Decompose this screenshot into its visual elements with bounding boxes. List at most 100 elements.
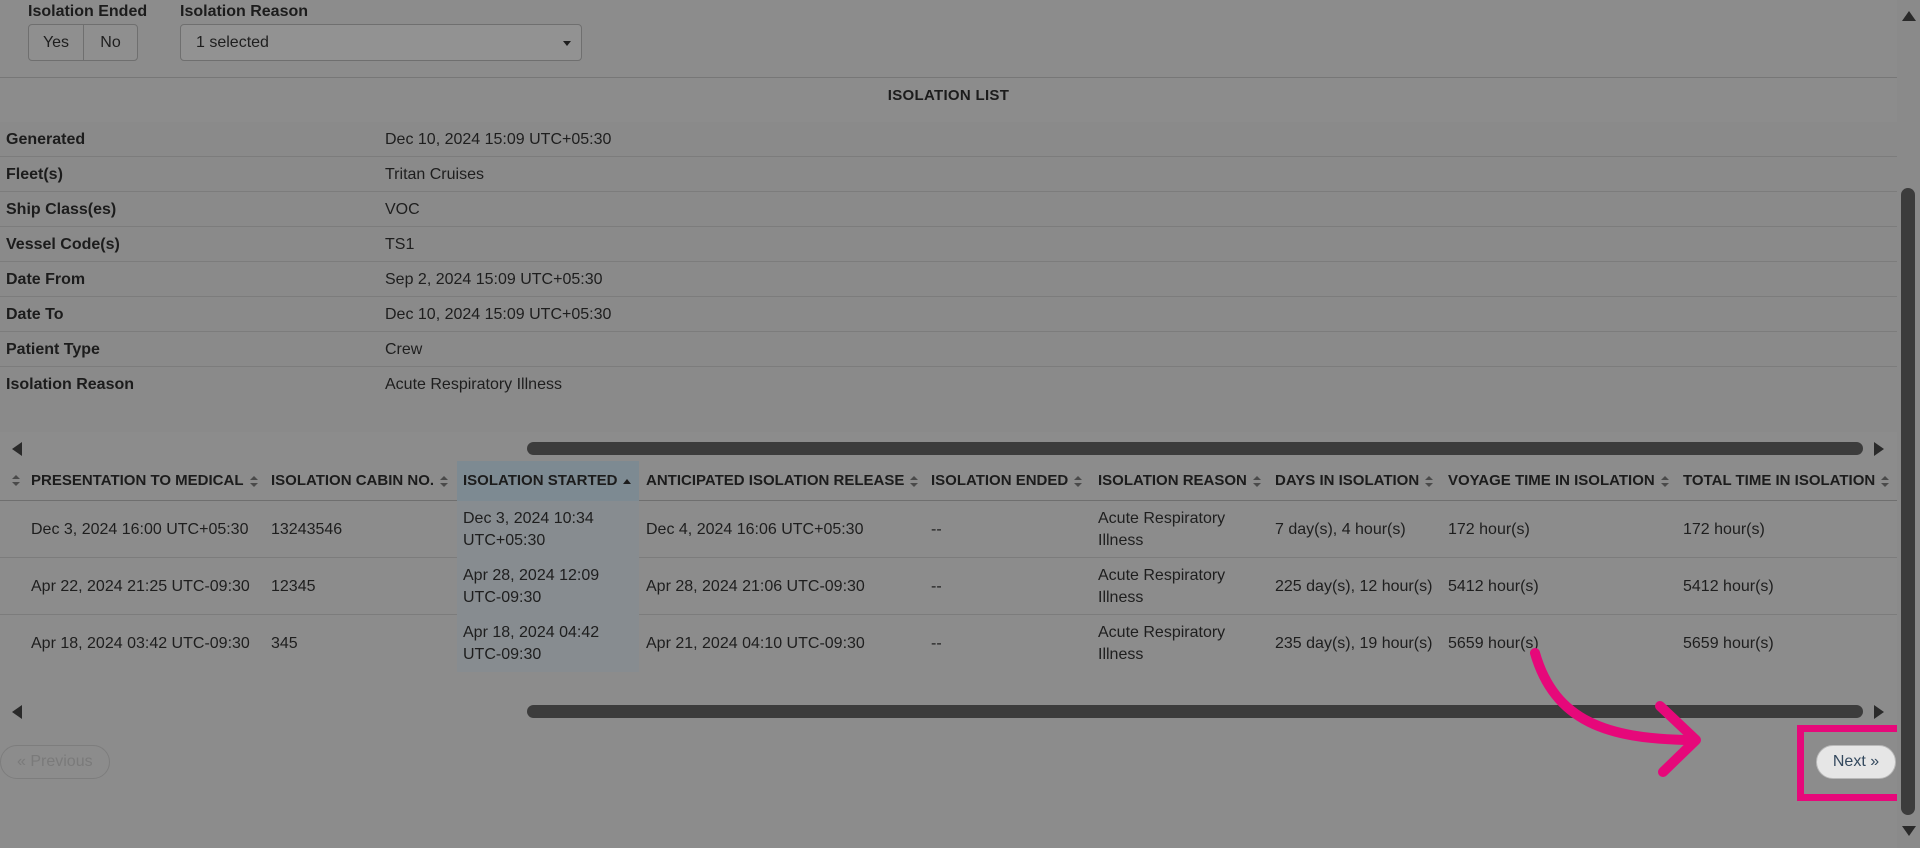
release-cell: Apr 21, 2024 04:10 UTC-09:30	[646, 634, 865, 652]
sort-icon	[910, 475, 919, 487]
total-time-cell: 5412 hour(s)	[1683, 577, 1774, 595]
days-cell: 7 day(s), 4 hour(s)	[1275, 520, 1406, 538]
info-value: Dec 10, 2024 15:09 UTC+05:30	[385, 306, 612, 323]
cabin-cell: 345	[271, 634, 298, 652]
column-header[interactable]: PRESENTATION TO MEDICAL	[31, 461, 258, 501]
scroll-right-icon[interactable]	[1874, 442, 1884, 456]
info-value: Tritan Cruises	[385, 166, 484, 183]
isolation-reason-select[interactable]: 1 selected	[180, 24, 582, 61]
table-header: PRESENTATION TO MEDICAL ISOLATION CABIN …	[0, 461, 1897, 501]
info-row: Date From Sep 2, 2024 15:09 UTC+05:30	[0, 262, 1897, 297]
divider	[0, 77, 1897, 78]
info-row: Ship Class(es) VOC	[0, 192, 1897, 227]
presentation-cell: Dec 3, 2024 16:00 UTC+05:30	[31, 520, 249, 538]
info-key: Fleet(s)	[6, 166, 63, 183]
sort-icon	[440, 475, 449, 487]
cabin-cell: 12345	[271, 577, 316, 595]
info-key: Isolation Reason	[6, 376, 135, 393]
scroll-up-icon[interactable]	[1902, 11, 1916, 21]
started-cell: Apr 28, 2024 12:09 UTC-09:30	[457, 558, 639, 615]
info-key: Date To	[6, 306, 64, 323]
started-date: Apr 18, 2024 04:42	[463, 623, 600, 641]
info-value: Sep 2, 2024 15:09 UTC+05:30	[385, 271, 603, 288]
sort-icon	[1660, 475, 1669, 487]
started-cell: Dec 3, 2024 10:34 UTC+05:30	[457, 501, 639, 558]
started-tz: UTC+05:30	[463, 531, 546, 549]
sort-icon[interactable]	[12, 475, 20, 486]
sort-icon	[1074, 475, 1083, 487]
column-header[interactable]: TOTAL TIME IN ISOLATION	[1683, 461, 1890, 501]
info-key: Generated	[6, 131, 86, 148]
info-value: Dec 10, 2024 15:09 UTC+05:30	[385, 131, 612, 148]
reason-cell: Acute Respiratory Illness	[1098, 501, 1225, 558]
report-info: Generated Dec 10, 2024 15:09 UTC+05:30 Fl…	[0, 122, 1897, 432]
isolation-reason-label: Isolation Reason	[180, 3, 309, 20]
reason-line: Illness	[1098, 531, 1144, 549]
column-header-label: ISOLATION CABIN NO.	[271, 472, 435, 489]
cabin-cell: 13243546	[271, 520, 343, 538]
column-header[interactable]: ISOLATION REASON	[1098, 461, 1261, 501]
info-key: Patient Type	[6, 341, 100, 358]
column-header-label: DAYS IN ISOLATION	[1275, 472, 1420, 489]
column-header[interactable]: ISOLATION CABIN NO.	[271, 461, 449, 501]
info-row: Patient Type Crew	[0, 332, 1897, 367]
days-cell: 235 day(s), 19 hour(s)	[1275, 634, 1433, 652]
info-spacer	[0, 402, 1897, 432]
presentation-cell: Apr 18, 2024 03:42 UTC-09:30	[31, 634, 250, 652]
column-header-sorted[interactable]: ISOLATION STARTED	[457, 461, 639, 501]
page-scrollbar[interactable]	[1897, 0, 1920, 848]
previous-button[interactable]: « Previous	[0, 745, 110, 779]
info-row: Date To Dec 10, 2024 15:09 UTC+05:30	[0, 297, 1897, 332]
table-scrollbar-top[interactable]	[0, 437, 1897, 459]
ended-cell: --	[931, 520, 942, 538]
voyage-time-cell: 5412 hour(s)	[1448, 577, 1539, 595]
column-header-label: VOYAGE TIME IN ISOLATION	[1448, 472, 1655, 489]
sort-icon	[1425, 475, 1434, 487]
table-row: Dec 3, 2024 16:00 UTC+05:30 13243546 Dec…	[0, 501, 1897, 558]
release-cell: Apr 28, 2024 21:06 UTC-09:30	[646, 577, 865, 595]
release-cell: Dec 4, 2024 16:06 UTC+05:30	[646, 520, 864, 538]
column-header-label: PRESENTATION TO MEDICAL	[31, 472, 244, 489]
info-row: Vessel Code(s) TS1	[0, 227, 1897, 262]
info-key: Ship Class(es)	[6, 201, 117, 218]
scroll-right-icon[interactable]	[1874, 705, 1884, 719]
sort-icon	[1252, 475, 1261, 487]
sort-ascending-icon	[623, 476, 632, 487]
started-date: Apr 28, 2024 12:09	[463, 566, 600, 584]
info-row: Fleet(s) Tritan Cruises	[0, 157, 1897, 192]
yes-button[interactable]: Yes	[29, 25, 83, 60]
days-cell: 225 day(s), 12 hour(s)	[1275, 577, 1433, 595]
no-button[interactable]: No	[83, 25, 137, 60]
column-header[interactable]: VOYAGE TIME IN ISOLATION	[1448, 461, 1669, 501]
started-date: Dec 3, 2024 10:34	[463, 509, 594, 527]
reason-line: Illness	[1098, 645, 1144, 663]
reason-line: Acute Respiratory	[1098, 566, 1226, 584]
scroll-left-icon[interactable]	[12, 705, 22, 719]
column-header-label: ISOLATION REASON	[1098, 472, 1247, 489]
caret-down-icon	[563, 41, 571, 46]
curved-arrow-icon	[1530, 648, 1701, 777]
total-time-cell: 172 hour(s)	[1683, 520, 1765, 538]
ended-cell: --	[931, 634, 942, 652]
ended-cell: --	[931, 577, 942, 595]
scrollbar-thumb[interactable]	[527, 442, 1863, 455]
info-key: Date From	[6, 271, 86, 288]
scrollbar-thumb[interactable]	[1901, 188, 1915, 815]
isolation-ended-label: Isolation Ended	[28, 3, 148, 20]
reason-line: Acute Respiratory	[1098, 623, 1226, 641]
column-header-label: ISOLATION ENDED	[931, 472, 1069, 489]
column-header[interactable]: ANTICIPATED ISOLATION RELEASE	[646, 461, 919, 501]
list-title: ISOLATION LIST	[887, 87, 1010, 104]
column-header-label: ANTICIPATED ISOLATION RELEASE	[646, 472, 905, 489]
info-row: Generated Dec 10, 2024 15:09 UTC+05:30	[0, 122, 1897, 157]
column-header-label: ISOLATION STARTED	[463, 472, 618, 489]
started-cell: Apr 18, 2024 04:42 UTC-09:30	[457, 615, 639, 672]
scroll-down-icon[interactable]	[1902, 826, 1916, 836]
info-key: Vessel Code(s)	[6, 236, 120, 253]
sort-icon	[249, 475, 258, 487]
info-row: Isolation Reason Acute Respiratory Illnes…	[0, 367, 1897, 402]
column-header[interactable]: DAYS IN ISOLATION	[1275, 461, 1434, 501]
column-header[interactable]: ISOLATION ENDED	[931, 461, 1083, 501]
scroll-left-icon[interactable]	[12, 442, 22, 456]
isolation-reason-value: 1 selected	[196, 34, 269, 51]
